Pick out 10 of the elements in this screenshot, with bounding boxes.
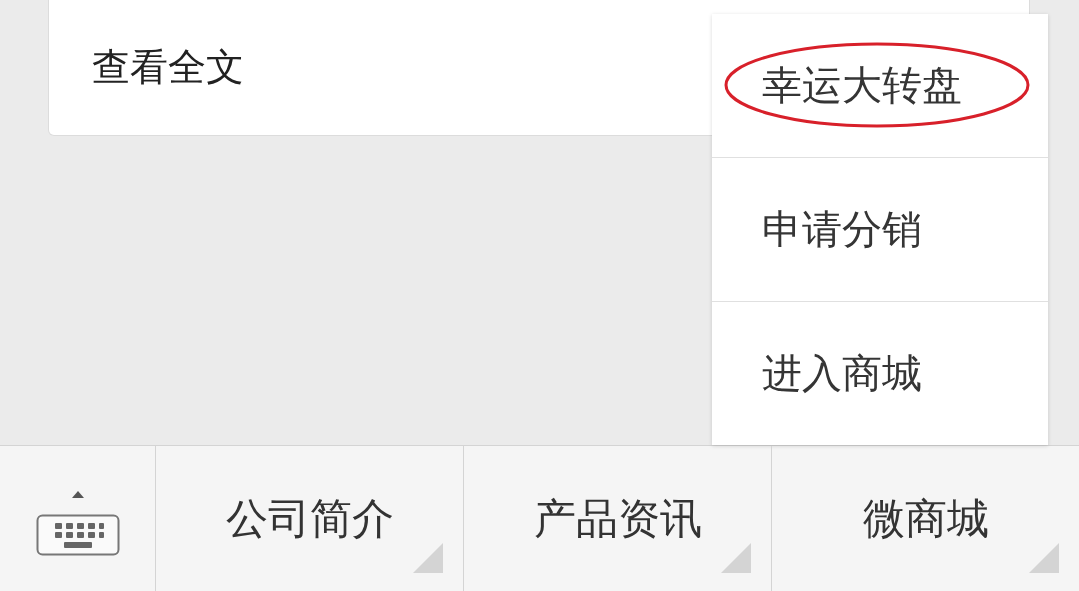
submenu-corner-icon <box>1029 543 1059 573</box>
menu-tab[interactable]: 产品资讯 <box>464 446 772 591</box>
submenu-corner-icon <box>721 543 751 573</box>
submenu-corner-icon <box>413 543 443 573</box>
keyboard-icon[interactable] <box>35 489 120 556</box>
popup-menu-item[interactable]: 幸运大转盘 <box>712 14 1048 157</box>
menu-tab[interactable]: 微商城 <box>772 446 1079 591</box>
popup-menu-item[interactable]: 申请分销 <box>712 157 1048 301</box>
read-full-text-link[interactable]: 查看全文 <box>92 42 244 93</box>
menu-tab[interactable]: 公司简介 <box>156 446 464 591</box>
